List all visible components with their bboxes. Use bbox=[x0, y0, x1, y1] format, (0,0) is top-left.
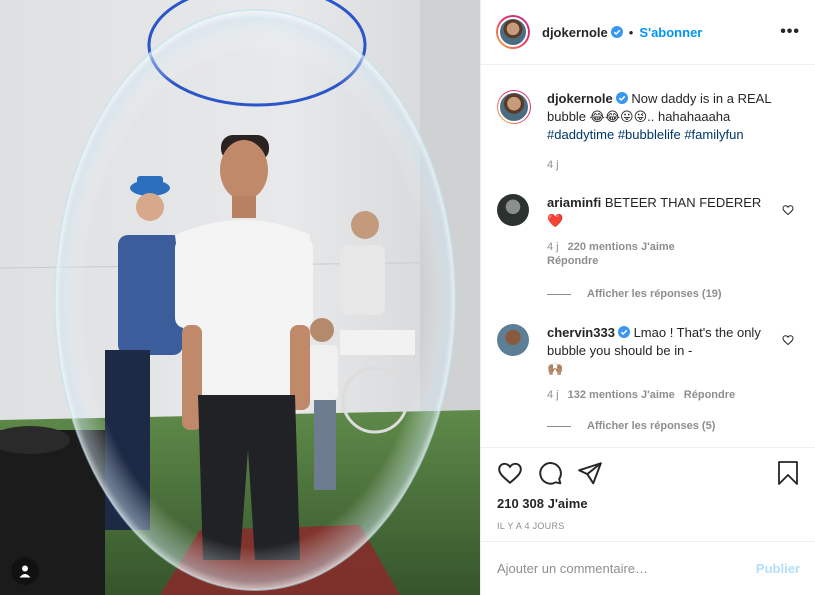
view-replies-button[interactable]: Afficher les réponses (5) bbox=[547, 420, 800, 432]
verified-badge-icon bbox=[615, 92, 628, 104]
heart-icon[interactable] bbox=[497, 460, 523, 486]
comment-icon[interactable] bbox=[537, 460, 563, 486]
post-caption: djokernole Now daddy is in a REAL bubble… bbox=[497, 90, 800, 172]
view-replies-label: Afficher les réponses (19) bbox=[587, 288, 722, 300]
tag-user-button[interactable] bbox=[11, 557, 39, 585]
post-photo[interactable] bbox=[0, 0, 480, 595]
caption-time[interactable]: 4 j bbox=[547, 159, 559, 171]
comment-text-block: ariaminfi BETEER THAN FEDERER ❤️ bbox=[547, 194, 772, 230]
publish-button[interactable]: Publier bbox=[756, 561, 800, 576]
comment-emoji: 🙌🏽 bbox=[547, 361, 564, 376]
commenter-username[interactable]: chervin333 bbox=[547, 325, 615, 340]
divider bbox=[547, 425, 571, 427]
view-replies-button[interactable]: Afficher les réponses (19) bbox=[547, 288, 800, 300]
post-timestamp[interactable]: IL Y A 4 JOURS bbox=[497, 521, 800, 531]
comment-like-heart-icon[interactable] bbox=[782, 204, 794, 216]
post-image bbox=[0, 0, 480, 595]
more-options-icon[interactable]: ••• bbox=[780, 24, 800, 40]
reply-button[interactable]: Répondre bbox=[684, 389, 735, 401]
comment-emoji: ❤️ bbox=[547, 213, 564, 228]
caption-meta: 4 j bbox=[547, 158, 772, 172]
user-tag-icon bbox=[19, 565, 31, 578]
separator-dot: • bbox=[628, 24, 634, 40]
follow-button[interactable]: S'abonner bbox=[639, 25, 702, 40]
post-header: djokernole • S'abonner ••• bbox=[481, 0, 815, 65]
verified-badge-icon bbox=[610, 26, 623, 38]
verified-badge-icon bbox=[617, 326, 630, 338]
comment-composer: Publier bbox=[481, 541, 815, 595]
commenter-avatar[interactable] bbox=[497, 194, 529, 226]
comment-likes[interactable]: 220 mentions J'aime bbox=[568, 241, 675, 253]
paper-plane-icon[interactable] bbox=[577, 460, 603, 486]
caption-text-block: djokernole Now daddy is in a REAL bubble… bbox=[547, 90, 772, 144]
commenter-username[interactable]: ariaminfi bbox=[547, 195, 601, 210]
commenter-avatar[interactable] bbox=[497, 324, 529, 356]
comment-item: chervin333 Lmao ! That's the only bubble… bbox=[497, 324, 800, 402]
bookmark-icon[interactable] bbox=[776, 460, 800, 486]
comment-likes[interactable]: 132 mentions J'aime bbox=[568, 389, 675, 401]
post-sidebar: djokernole • S'abonner ••• djokernole No… bbox=[480, 0, 815, 595]
comment-text: BETEER THAN FEDERER bbox=[604, 195, 762, 210]
comment-input[interactable] bbox=[497, 561, 756, 576]
author-avatar[interactable] bbox=[496, 15, 530, 49]
caption-hashtags[interactable]: #daddytime #bubblelife #familyfun bbox=[547, 127, 744, 142]
caption-avatar[interactable] bbox=[497, 90, 531, 124]
reply-button[interactable]: Répondre bbox=[547, 255, 598, 267]
comment-item: ariaminfi BETEER THAN FEDERER ❤️ 4 j 220 … bbox=[497, 194, 800, 268]
post-actions: 210 308 J'aime IL Y A 4 JOURS bbox=[481, 447, 815, 531]
view-replies-label: Afficher les réponses (5) bbox=[587, 420, 716, 432]
comment-meta: 4 j 132 mentions J'aime Répondre bbox=[547, 388, 772, 402]
comment-time[interactable]: 4 j bbox=[547, 389, 559, 401]
likes-count[interactable]: 210 308 J'aime bbox=[497, 496, 800, 511]
caption-username[interactable]: djokernole bbox=[547, 91, 613, 106]
comment-text-block: chervin333 Lmao ! That's the only bubble… bbox=[547, 324, 772, 378]
divider bbox=[547, 293, 571, 295]
comment-like-heart-icon[interactable] bbox=[782, 334, 794, 346]
comments-list[interactable]: djokernole Now daddy is in a REAL bubble… bbox=[481, 66, 815, 446]
comment-meta: 4 j 220 mentions J'aime Répondre bbox=[547, 240, 772, 268]
comment-time[interactable]: 4 j bbox=[547, 241, 559, 253]
author-username[interactable]: djokernole bbox=[542, 25, 608, 40]
action-icons bbox=[497, 458, 800, 488]
